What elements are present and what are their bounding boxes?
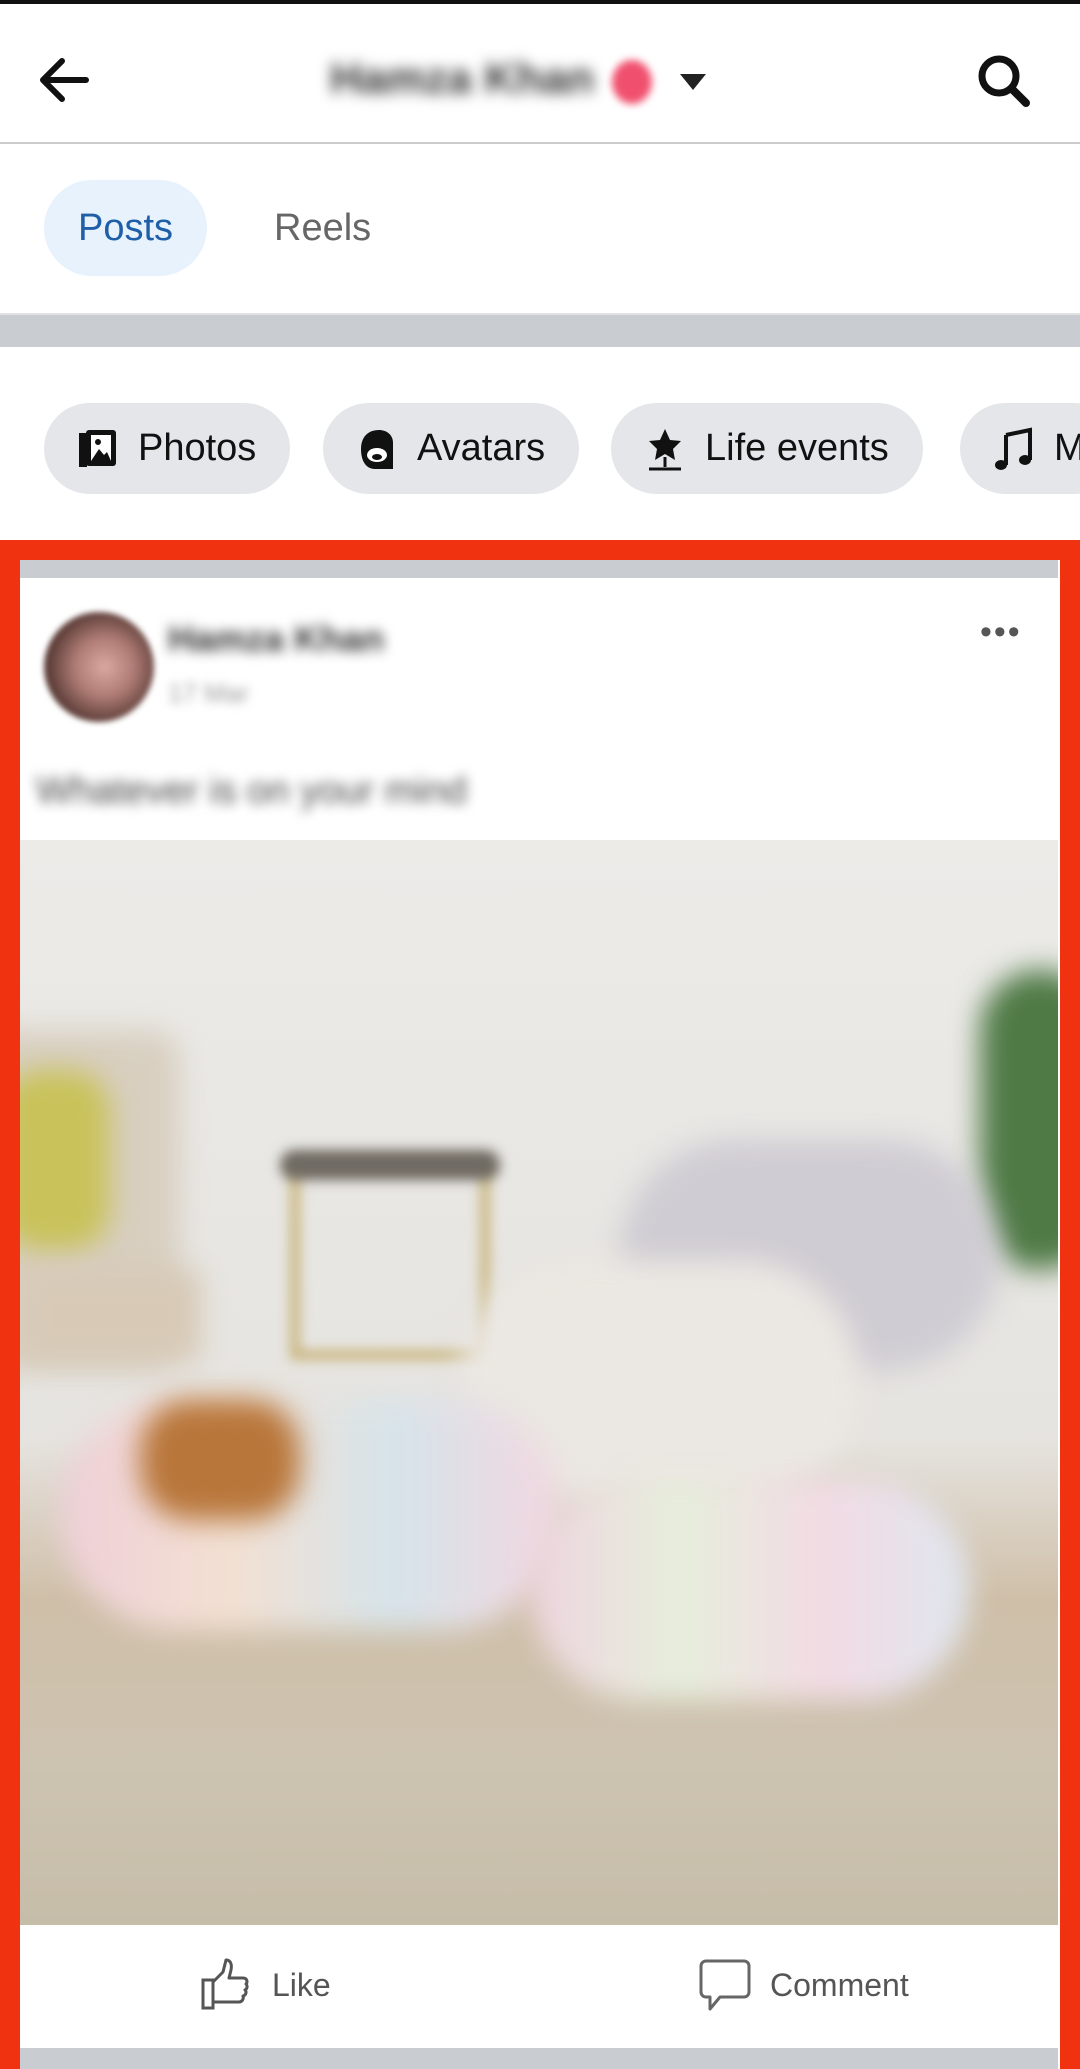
post-time: 17 Mar: [168, 678, 249, 708]
photos-icon: [79, 429, 116, 467]
comment-icon: [699, 1959, 751, 2011]
like-button[interactable]: Like: [200, 1958, 331, 2012]
filter-label: Life events: [705, 427, 889, 469]
profile-badge: [612, 60, 652, 104]
avatar[interactable]: [44, 612, 154, 722]
filter-label: M: [1054, 427, 1080, 469]
like-label: Like: [272, 1966, 331, 2003]
post-card: Hamza Khan 17 Mar ••• Whatever is on you…: [20, 560, 1058, 2069]
filter-avatars[interactable]: Avatars: [323, 403, 580, 494]
comment-button[interactable]: Comment: [698, 1958, 909, 2012]
profile-title[interactable]: Hamza Khan: [330, 54, 594, 104]
chevron-down-icon[interactable]: [680, 74, 706, 90]
music-note-icon: [995, 427, 1032, 470]
card-divider: [20, 2048, 1058, 2069]
card-divider: [20, 560, 1058, 578]
post-author[interactable]: Hamza Khan: [168, 618, 384, 660]
profile-tabs: Posts Reels: [0, 146, 1080, 311]
filter-label: Photos: [138, 427, 257, 469]
post-actions: Like Comment: [20, 1928, 1058, 2048]
header: Hamza Khan: [0, 4, 1080, 144]
post-photo[interactable]: [20, 840, 1058, 1925]
star-flag-icon: [649, 428, 681, 470]
post-caption: Whatever is on your mind: [36, 770, 467, 812]
filter-label: Avatars: [417, 427, 546, 469]
comment-label: Comment: [770, 1966, 909, 2003]
avatar-icon: [361, 429, 393, 469]
tab-reels[interactable]: Reels: [240, 180, 405, 276]
filter-music[interactable]: M: [960, 403, 1080, 494]
arrow-left-icon[interactable]: [34, 50, 94, 110]
filter-photos[interactable]: Photos: [44, 403, 291, 494]
more-options-icon[interactable]: •••: [980, 615, 1022, 649]
thumbs-up-icon: [201, 1958, 249, 2010]
search-icon[interactable]: [972, 50, 1036, 110]
filter-life-events[interactable]: Life events: [611, 403, 923, 494]
section-divider: [0, 313, 1080, 347]
tab-posts[interactable]: Posts: [44, 180, 208, 276]
